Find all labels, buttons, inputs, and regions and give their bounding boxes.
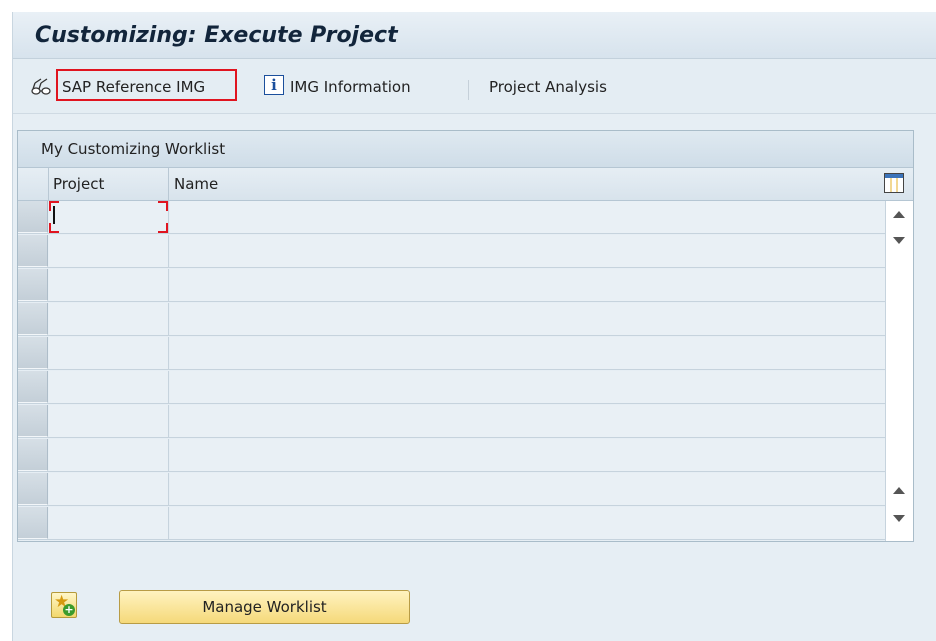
worklist-table bbox=[18, 201, 885, 541]
row-selector[interactable] bbox=[18, 473, 48, 505]
add-favorite-button[interactable]: ★ + bbox=[51, 592, 77, 618]
project-cell[interactable] bbox=[49, 235, 169, 267]
plus-icon: + bbox=[63, 603, 75, 616]
table-row bbox=[18, 473, 885, 506]
project-cell[interactable] bbox=[49, 473, 169, 505]
name-cell[interactable] bbox=[170, 371, 885, 403]
project-cell[interactable] bbox=[49, 269, 169, 301]
table-row bbox=[18, 201, 885, 234]
project-cell[interactable] bbox=[49, 303, 169, 335]
table-row bbox=[18, 405, 885, 438]
row-selector[interactable] bbox=[18, 235, 48, 267]
table-row bbox=[18, 303, 885, 336]
page-down-icon[interactable] bbox=[893, 237, 905, 244]
focus-corner bbox=[49, 223, 59, 233]
name-cell[interactable] bbox=[170, 405, 885, 437]
panel-header: My Customizing Worklist bbox=[18, 131, 913, 168]
info-icon: i bbox=[264, 75, 284, 95]
glasses-icon bbox=[31, 77, 55, 101]
name-cell[interactable] bbox=[170, 439, 885, 471]
scroll-down-icon[interactable] bbox=[893, 515, 905, 522]
page-up-icon[interactable] bbox=[893, 487, 905, 494]
name-cell[interactable] bbox=[170, 507, 885, 539]
column-header-name[interactable]: Name bbox=[170, 168, 870, 200]
sap-window: Customizing: Execute Project SAP Referen… bbox=[12, 12, 936, 641]
focus-corner bbox=[158, 223, 168, 233]
name-cell[interactable] bbox=[170, 235, 885, 267]
table-row bbox=[18, 507, 885, 540]
project-cell[interactable] bbox=[49, 405, 169, 437]
worklist-panel: My Customizing Worklist Project Name bbox=[17, 130, 914, 542]
row-selector[interactable] bbox=[18, 201, 48, 233]
row-selector[interactable] bbox=[18, 405, 48, 437]
table-layout-icon[interactable] bbox=[884, 173, 904, 193]
img-information-button[interactable]: i IMG Information bbox=[264, 75, 449, 101]
focus-corner bbox=[158, 201, 168, 211]
select-all-column[interactable] bbox=[18, 168, 49, 200]
project-cell[interactable] bbox=[49, 439, 169, 471]
column-header-project[interactable]: Project bbox=[49, 168, 169, 200]
application-toolbar: SAP Reference IMG i IMG Information Proj… bbox=[13, 59, 936, 114]
project-cell[interactable] bbox=[49, 371, 169, 403]
title-bar: Customizing: Execute Project bbox=[13, 12, 936, 59]
row-selector[interactable] bbox=[18, 303, 48, 335]
img-information-label: IMG Information bbox=[290, 78, 411, 96]
table-row bbox=[18, 235, 885, 268]
row-selector[interactable] bbox=[18, 507, 48, 539]
row-selector[interactable] bbox=[18, 269, 48, 301]
name-cell[interactable] bbox=[170, 337, 885, 369]
panel-title: My Customizing Worklist bbox=[41, 140, 226, 158]
focus-corner bbox=[49, 201, 59, 211]
project-analysis-button[interactable]: Project Analysis bbox=[489, 75, 639, 101]
project-cell[interactable] bbox=[49, 201, 169, 233]
highlight-box bbox=[56, 69, 237, 101]
name-cell[interactable] bbox=[170, 269, 885, 301]
name-cell[interactable] bbox=[170, 303, 885, 335]
project-cell[interactable] bbox=[49, 507, 169, 539]
row-selector[interactable] bbox=[18, 439, 48, 471]
name-cell[interactable] bbox=[170, 473, 885, 505]
manage-worklist-button[interactable]: Manage Worklist bbox=[119, 590, 410, 624]
table-row bbox=[18, 337, 885, 370]
vertical-scrollbar[interactable] bbox=[885, 201, 913, 541]
table-row bbox=[18, 439, 885, 472]
row-selector[interactable] bbox=[18, 371, 48, 403]
name-cell[interactable] bbox=[170, 201, 885, 233]
table-row bbox=[18, 269, 885, 302]
scroll-up-icon[interactable] bbox=[893, 211, 905, 218]
table-header: Project Name bbox=[18, 168, 913, 201]
toolbar-separator bbox=[468, 80, 469, 100]
page-title: Customizing: Execute Project bbox=[35, 23, 398, 48]
table-row bbox=[18, 371, 885, 404]
project-cell[interactable] bbox=[49, 337, 169, 369]
sap-reference-img-button[interactable]: SAP Reference IMG bbox=[31, 69, 241, 101]
project-analysis-label: Project Analysis bbox=[489, 78, 607, 96]
row-selector[interactable] bbox=[18, 337, 48, 369]
